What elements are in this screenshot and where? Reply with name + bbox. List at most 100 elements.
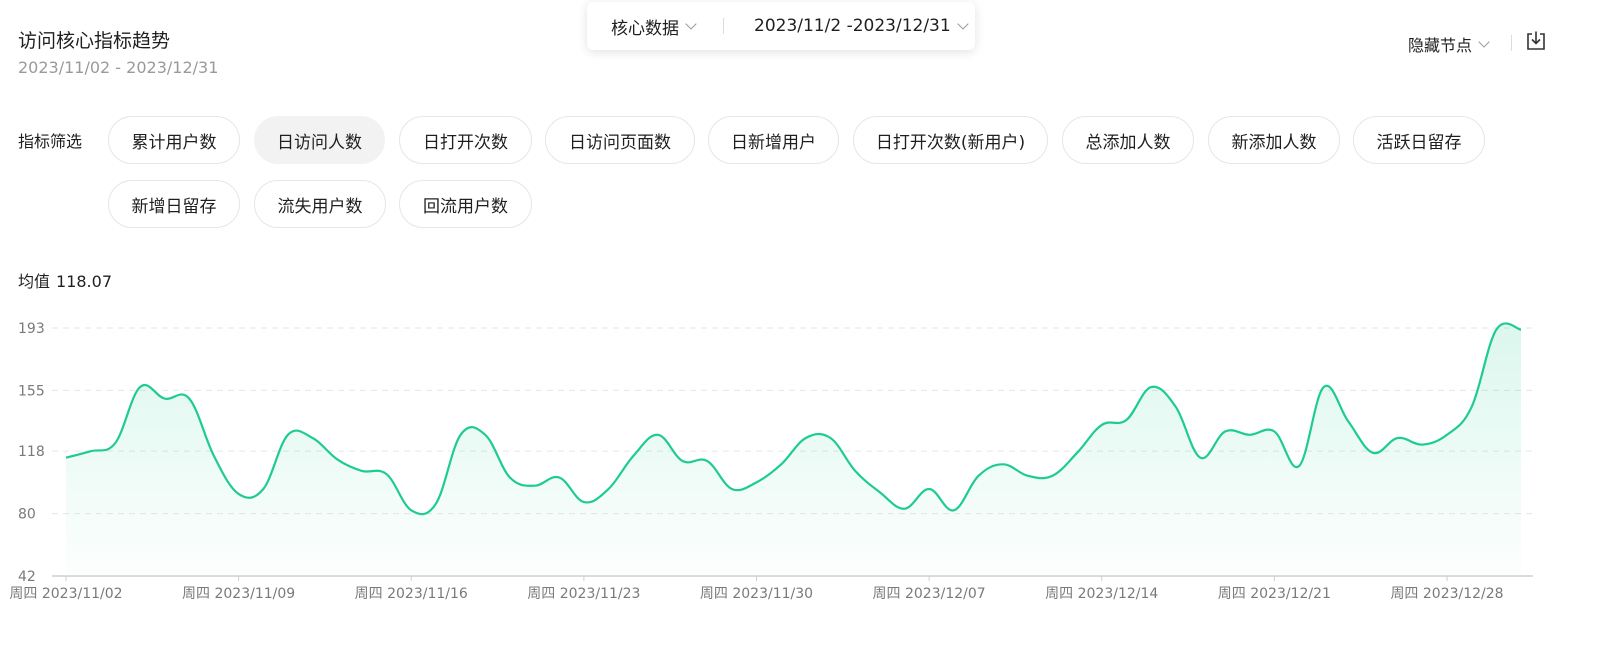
data-point[interactable] (482, 432, 488, 438)
data-point[interactable] (1049, 473, 1055, 479)
chevron-down-icon (957, 17, 969, 30)
data-point[interactable] (260, 486, 266, 492)
metric-chip[interactable]: 日新增用户 (708, 116, 839, 164)
data-point[interactable] (334, 456, 340, 462)
data-point[interactable] (852, 468, 858, 474)
data-point[interactable] (532, 483, 538, 489)
trend-chart: 193 155 118 80 42周四 2023/11/02 周四 2023/11/09 周… (9, 321, 1533, 602)
data-point[interactable] (433, 501, 439, 507)
data-point[interactable] (1321, 384, 1327, 390)
mean-summary: 均值 118.07 (18, 268, 112, 292)
data-point[interactable] (827, 435, 833, 441)
data-point[interactable] (655, 432, 661, 438)
data-point[interactable] (704, 458, 710, 464)
metric-chip[interactable]: 日打开次数(新用户) (853, 116, 1048, 164)
y-tick-label: 42 (18, 569, 36, 585)
metric-chip[interactable]: 日访问页面数 (545, 116, 695, 164)
data-point[interactable] (310, 435, 316, 441)
page-subtitle-date-range: 2023/11/02 - 2023/12/31 (18, 58, 219, 77)
data-point[interactable] (1444, 432, 1450, 438)
data-point[interactable] (1518, 327, 1524, 333)
y-tick-label: 80 (18, 507, 36, 523)
metric-chip[interactable]: 新增日留存 (108, 180, 240, 228)
x-tick-label: 周四 2023/11/23 (527, 586, 640, 602)
date-range-label: 2023/11/2 -2023/12/31 (754, 16, 951, 36)
data-point[interactable] (1222, 428, 1228, 434)
data-point[interactable] (803, 435, 809, 441)
data-selector-bar: 核心数据 2023/11/2 -2023/12/31 (587, 2, 975, 50)
data-point[interactable] (778, 461, 784, 467)
x-tick-label: 周四 2023/12/14 (1045, 586, 1158, 602)
x-tick-label: 周四 2023/11/02 (9, 586, 122, 602)
data-point[interactable] (901, 506, 907, 512)
chevron-down-icon (685, 17, 697, 30)
metric-chip[interactable]: 累计用户数 (108, 116, 240, 164)
data-point[interactable] (1370, 450, 1376, 456)
data-point[interactable] (754, 479, 760, 485)
data-point[interactable] (1025, 473, 1031, 479)
data-point[interactable] (507, 474, 513, 480)
mean-value: 118.07 (56, 272, 112, 291)
data-point[interactable] (951, 507, 957, 513)
metric-filter-label: 指标筛选 (18, 132, 83, 151)
data-type-label: 核心数据 (611, 18, 679, 39)
data-type-dropdown[interactable]: 核心数据 (587, 14, 721, 39)
data-point[interactable] (556, 474, 562, 480)
y-tick-label: 118 (18, 444, 45, 460)
metric-chip[interactable]: 流失用户数 (254, 180, 386, 228)
data-point[interactable] (606, 486, 612, 492)
data-point[interactable] (1271, 428, 1277, 434)
data-point[interactable] (581, 499, 587, 505)
data-point[interactable] (1148, 384, 1154, 390)
metric-chip-active[interactable]: 日访问人数 (254, 116, 385, 164)
data-point[interactable] (680, 458, 686, 464)
data-point[interactable] (88, 448, 94, 454)
data-point[interactable] (877, 489, 883, 495)
download-icon[interactable] (1525, 30, 1547, 52)
mean-label: 均值 (18, 272, 51, 291)
data-point[interactable] (1296, 463, 1302, 469)
chevron-down-icon (1478, 35, 1490, 48)
data-point[interactable] (1000, 461, 1006, 467)
data-point[interactable] (63, 455, 69, 461)
data-point[interactable] (1469, 404, 1475, 410)
data-point[interactable] (1074, 450, 1080, 456)
data-point[interactable] (1099, 422, 1105, 428)
date-range-picker[interactable]: 2023/11/2 -2023/12/31 (724, 16, 969, 36)
data-point[interactable] (1197, 455, 1203, 461)
data-point[interactable] (975, 473, 981, 479)
data-point[interactable] (1123, 417, 1129, 423)
data-point[interactable] (211, 453, 217, 459)
data-point[interactable] (137, 384, 143, 390)
hide-nodes-dropdown[interactable]: 隐藏节点 (1408, 32, 1490, 56)
data-point[interactable] (1173, 404, 1179, 410)
metric-chip[interactable]: 新添加人数 (1208, 116, 1340, 164)
data-point[interactable] (926, 486, 932, 492)
y-tick-label: 193 (18, 321, 45, 337)
data-point[interactable] (1247, 432, 1253, 438)
data-point[interactable] (112, 440, 118, 446)
data-point[interactable] (408, 507, 414, 513)
data-point[interactable] (162, 396, 168, 402)
toolbar-divider (1511, 35, 1512, 51)
data-point[interactable] (458, 432, 464, 438)
data-point[interactable] (186, 396, 192, 402)
metric-chip[interactable]: 总添加人数 (1062, 116, 1194, 164)
data-point[interactable] (359, 468, 365, 474)
metric-chip[interactable]: 日打开次数 (399, 116, 532, 164)
hide-nodes-label: 隐藏节点 (1408, 36, 1473, 55)
y-tick-label: 155 (18, 383, 45, 399)
data-point[interactable] (384, 471, 390, 477)
data-point[interactable] (1345, 419, 1351, 425)
x-tick-label: 周四 2023/11/09 (182, 586, 295, 602)
data-point[interactable] (1419, 442, 1425, 448)
data-point[interactable] (729, 486, 735, 492)
metric-chip[interactable]: 活跃日留存 (1353, 116, 1485, 164)
data-point[interactable] (236, 491, 242, 497)
x-tick-label: 周四 2023/11/16 (355, 586, 468, 602)
data-point[interactable] (1395, 435, 1401, 441)
metric-chip[interactable]: 回流用户数 (399, 180, 532, 228)
data-point[interactable] (1493, 327, 1499, 333)
data-point[interactable] (285, 432, 291, 438)
data-point[interactable] (630, 453, 636, 459)
